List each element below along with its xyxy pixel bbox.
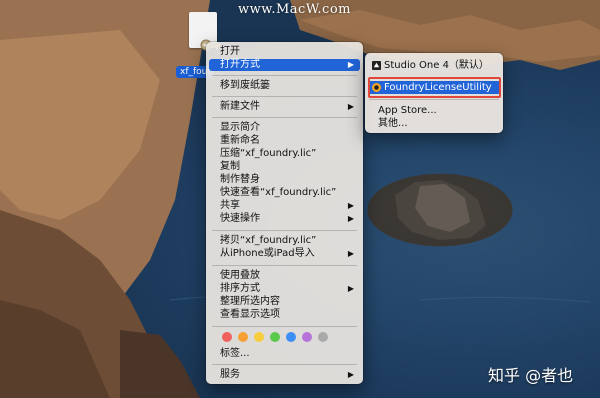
menu-item-duplicate[interactable]: 复制 [209,161,360,173]
menu-separator [212,75,357,76]
menu-item-move-to-trash[interactable]: 移到废纸篓 [209,80,360,92]
submenu-arrow-icon: ▶ [347,102,354,111]
menu-item-get-info[interactable]: 显示简介 [209,122,360,134]
submenu-arrow-icon: ▶ [347,214,354,223]
context-menu: 打开 打开方式 ▶ 移到废纸篓 新建文件 ▶ 显示简介 重新命名 压缩“xf_fou… [206,42,363,384]
submenu-item-other[interactable]: 其他... [368,117,500,130]
menu-separator [212,265,357,266]
menu-separator [212,96,357,97]
highlight-annotation-box [368,77,501,98]
menu-separator [212,326,357,327]
tag-color-dot[interactable] [270,332,280,342]
submenu-item-studio-one[interactable]: Studio One 4（默认） [368,59,500,72]
menu-item-make-alias[interactable]: 制作替身 [209,174,360,186]
tag-color-dot[interactable] [254,332,264,342]
menu-item-copy[interactable]: 拷贝“xf_foundry.lic” [209,235,360,247]
tag-color-dot[interactable] [286,332,296,342]
brand-watermark: 知乎 @者也 [488,366,574,385]
menu-item-share[interactable]: 共享 ▶ [209,200,360,212]
submenu-arrow-icon: ▶ [347,201,354,210]
menu-item-tags[interactable]: 标签... [209,348,360,360]
menu-item-open[interactable]: 打开 [209,46,360,58]
menu-item-show-view-options[interactable]: 查看显示选项 [209,309,360,321]
menu-separator [369,99,499,100]
menu-item-import-from-iphone[interactable]: 从iPhone或iPad导入 ▶ [209,248,360,260]
submenu-arrow-icon: ▶ [347,284,354,293]
menu-separator [212,230,357,231]
menu-separator [212,117,357,118]
menu-item-quick-actions[interactable]: 快速操作 ▶ [209,213,360,225]
menu-separator [212,364,357,365]
submenu-arrow-icon: ▶ [347,249,354,258]
watermark-text: www.MacW.com [238,2,351,17]
menu-item-services[interactable]: 服务 ▶ [209,369,360,381]
studio-one-icon [372,60,381,70]
tag-color-dot[interactable] [318,332,328,342]
menu-item-sort-by[interactable]: 排序方式 ▶ [209,283,360,295]
menu-item-clean-up-selection[interactable]: 整理所选内容 [209,296,360,308]
menu-item-new-file[interactable]: 新建文件 ▶ [209,101,360,113]
menu-item-compress[interactable]: 压缩“xf_foundry.lic” [209,148,360,160]
tag-color-dot[interactable] [238,332,248,342]
menu-item-rename[interactable]: 重新命名 [209,135,360,147]
submenu-arrow-icon: ▶ [347,370,354,379]
menu-item-quick-look[interactable]: 快速查看“xf_foundry.lic” [209,187,360,199]
submenu-item-app-store[interactable]: App Store... [368,104,500,117]
tag-color-dot[interactable] [302,332,312,342]
tag-color-dot[interactable] [222,332,232,342]
menu-item-open-with[interactable]: 打开方式 ▶ [209,59,360,71]
menu-item-use-stacks[interactable]: 使用叠放 [209,270,360,282]
submenu-arrow-icon: ▶ [347,60,354,69]
